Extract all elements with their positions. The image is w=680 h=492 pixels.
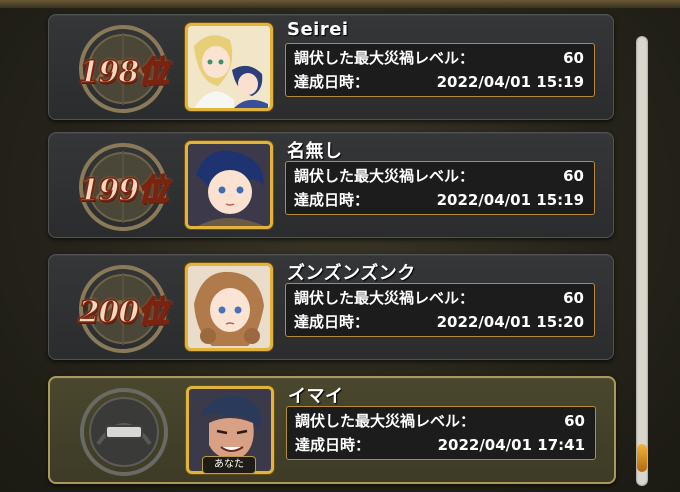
achieved-at-label: 達成日時： xyxy=(294,313,370,331)
max-level-label: 調伏した最大災禍レベル： xyxy=(295,412,476,430)
scrollbar-thumb[interactable] xyxy=(637,444,647,472)
max-level-value: 60 xyxy=(564,412,585,430)
achieved-at-label: 達成日時： xyxy=(294,191,370,209)
ranking-row[interactable]: 198位 Seirei 調伏した最大災禍レベル： 60 達成日時： 2022/04/… xyxy=(48,14,614,120)
vertical-scrollbar[interactable] xyxy=(636,36,648,486)
player-name: 名無し xyxy=(287,141,343,162)
achieved-at-label: 達成日時： xyxy=(294,73,370,91)
player-name: Seirei xyxy=(287,19,349,40)
record-info-box: 調伏した最大災禍レベル： 60 達成日時： 2022/04/01 15:19 xyxy=(285,43,595,97)
unranked-medal-icon xyxy=(80,388,168,476)
rank-text: 198位 xyxy=(78,54,169,91)
max-level-label: 調伏した最大災禍レベル： xyxy=(294,167,475,185)
max-level-value: 60 xyxy=(563,289,584,307)
ranking-row[interactable]: 200位 ズンズンズンク 調伏した最大災禍レベル： 60 達成日時： 2022/04… xyxy=(48,254,614,360)
character-portrait-icon xyxy=(188,144,270,226)
record-info-box: 調伏した最大災禍レベル： 60 達成日時： 2022/04/01 17:41 xyxy=(286,406,596,460)
ranking-row-self[interactable]: あなた イマイ 調伏した最大災禍レベル： 60 達成日時： 2022/04/01 1… xyxy=(48,376,616,484)
rank-text: 199位 xyxy=(78,172,169,209)
max-level-label: 調伏した最大災禍レベル： xyxy=(294,49,475,67)
character-portrait[interactable] xyxy=(185,23,273,111)
character-portrait[interactable] xyxy=(185,263,273,351)
character-portrait-icon xyxy=(188,26,270,108)
max-level-value: 60 xyxy=(563,167,584,185)
ranking-list[interactable]: 198位 Seirei 調伏した最大災禍レベル： 60 達成日時： 2022/04/… xyxy=(0,0,680,492)
achieved-at-value: 2022/04/01 15:20 xyxy=(436,313,584,331)
max-level-value: 60 xyxy=(563,49,584,67)
self-indicator-label: あなた xyxy=(202,456,256,474)
player-name: ズンズンズンク xyxy=(287,263,416,284)
achieved-at-value: 2022/04/01 17:41 xyxy=(437,436,585,454)
ranking-row[interactable]: 199位 名無し 調伏した最大災禍レベル： 60 達成日時： 2022/04/01 … xyxy=(48,132,614,238)
record-info-box: 調伏した最大災禍レベル： 60 達成日時： 2022/04/01 15:19 xyxy=(285,161,595,215)
achieved-at-value: 2022/04/01 15:19 xyxy=(436,73,584,91)
character-portrait[interactable] xyxy=(185,141,273,229)
character-portrait-icon xyxy=(188,266,270,348)
achieved-at-label: 達成日時： xyxy=(295,436,371,454)
max-level-label: 調伏した最大災禍レベル： xyxy=(294,289,475,307)
record-info-box: 調伏した最大災禍レベル： 60 達成日時： 2022/04/01 15:20 xyxy=(285,283,595,337)
achieved-at-value: 2022/04/01 15:19 xyxy=(436,191,584,209)
player-name: イマイ xyxy=(288,386,344,407)
rank-text: 200位 xyxy=(78,294,169,331)
